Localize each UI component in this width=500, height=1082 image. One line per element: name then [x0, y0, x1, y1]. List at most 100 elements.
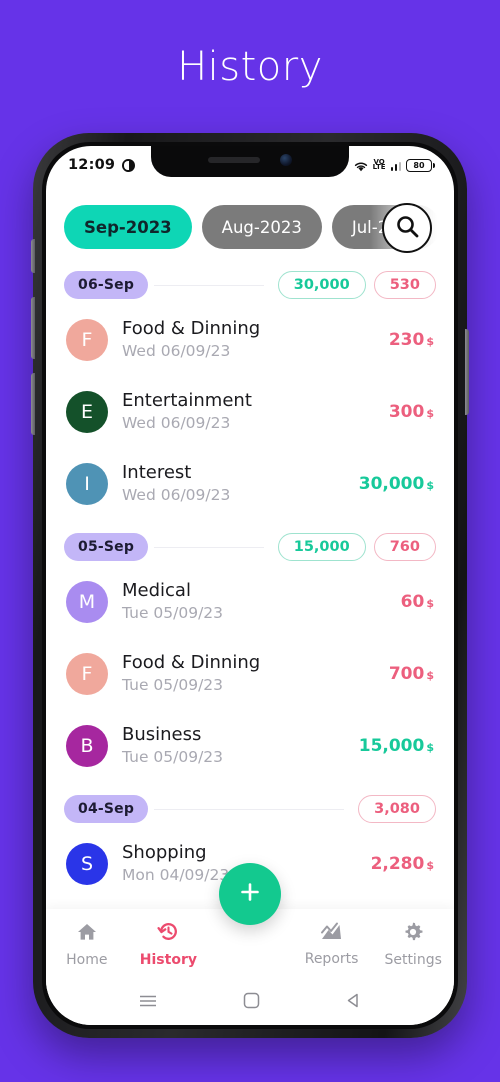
add-transaction-fab[interactable] — [219, 863, 281, 925]
amount-value: 230 — [388, 330, 425, 350]
avatar: B — [66, 725, 108, 767]
transaction-info: Interest Wed 06/09/23 — [122, 461, 359, 507]
amount-value: 700 — [388, 664, 425, 684]
transaction-amount: 30,000 $ — [359, 474, 434, 494]
month-chip-aug-2023[interactable]: Aug-2023 — [201, 205, 322, 249]
transaction-title: Shopping — [122, 842, 207, 863]
transaction-info: Business Tue 05/09/23 — [122, 723, 359, 769]
currency-symbol: $ — [426, 407, 434, 420]
wifi-icon — [354, 160, 368, 171]
front-camera-icon — [280, 154, 292, 166]
avatar: F — [66, 653, 108, 695]
transaction-amount: 300 $ — [389, 402, 434, 422]
square-home-icon[interactable] — [243, 992, 260, 1013]
nav-item-home[interactable]: Home — [46, 921, 128, 968]
table-row[interactable]: M Medical Tue 05/09/23 60 $ — [64, 566, 436, 638]
transaction-amount: 700 $ — [389, 664, 434, 684]
avatar: M — [66, 581, 108, 623]
amount-value: 60 — [400, 592, 425, 612]
nav-label: Settings — [384, 951, 442, 968]
power-button[interactable] — [465, 329, 469, 415]
status-bar-right: VO LTE 80 — [354, 158, 435, 172]
currency-symbol: $ — [426, 859, 434, 872]
nav-label: Home — [66, 951, 108, 968]
transaction-info: Entertainment Wed 06/09/23 — [122, 389, 389, 435]
amount-value: 300 — [388, 402, 425, 422]
transaction-list[interactable]: 06-Sep 30,000 530 F Food & Dinning Wed 0… — [46, 258, 454, 909]
currency-symbol: $ — [426, 597, 434, 610]
triangle-back-icon[interactable] — [345, 992, 362, 1013]
transaction-info: Medical Tue 05/09/23 — [122, 579, 401, 625]
transaction-title: Medical — [122, 580, 191, 601]
transaction-title: Interest — [122, 462, 192, 483]
avatar: S — [66, 843, 108, 885]
transaction-title: Business — [122, 724, 202, 745]
search-icon — [395, 214, 420, 243]
transaction-amount: 2,280 $ — [371, 854, 434, 874]
group-header: 04-Sep 3,080 — [64, 794, 436, 824]
chart-mountain-icon — [320, 921, 343, 946]
transaction-date: Wed 06/09/23 — [122, 342, 231, 361]
hamburger-menu-icon[interactable] — [138, 993, 158, 1012]
currency-symbol: $ — [426, 479, 434, 492]
table-row[interactable]: E Entertainment Wed 06/09/23 300 $ — [64, 376, 436, 448]
home-icon — [76, 921, 98, 947]
transaction-title: Food & Dinning — [122, 318, 261, 339]
battery-icon: 80 — [406, 158, 435, 172]
avatar: E — [66, 391, 108, 433]
group-expense-total: 530 — [373, 271, 436, 299]
amount-value: 2,280 — [370, 854, 425, 874]
table-row[interactable]: F Food & Dinning Wed 06/09/23 230 $ — [64, 304, 436, 376]
nav-label: Reports — [304, 951, 359, 967]
group-expense-total: 760 — [373, 533, 436, 561]
transaction-date: Wed 06/09/23 — [122, 414, 231, 433]
nav-item-history[interactable]: History — [128, 920, 210, 968]
do-not-disturb-icon — [122, 158, 136, 172]
clock-rewind-icon — [157, 920, 180, 947]
transaction-info: Food & Dinning Tue 05/09/23 — [122, 651, 389, 697]
android-navigation-bar — [46, 979, 454, 1025]
table-row[interactable]: F Food & Dinning Tue 05/09/23 700 $ — [64, 638, 436, 710]
group-income-total: 15,000 — [277, 533, 366, 561]
signal-bars-icon — [390, 160, 401, 171]
plus-icon — [237, 879, 263, 909]
group-header: 06-Sep 30,000 530 — [64, 270, 436, 300]
mute-switch[interactable] — [31, 239, 35, 273]
month-chip-jun-2023[interactable]: Jun-2023 — [449, 205, 454, 249]
transaction-date: Tue 05/09/23 — [122, 676, 224, 695]
nav-item-reports[interactable]: Reports — [291, 921, 373, 967]
nav-item-settings[interactable]: Settings — [372, 921, 454, 968]
transaction-amount: 60 $ — [401, 592, 434, 612]
amount-value: 15,000 — [358, 736, 425, 756]
currency-symbol: $ — [426, 741, 434, 754]
status-bar-left: 12:09 — [68, 157, 136, 173]
table-row[interactable]: I Interest Wed 06/09/23 30,000 $ — [64, 448, 436, 520]
status-time: 12:09 — [68, 157, 116, 173]
phone-frame: 12:09 VO LTE 80 Sep-2023 Aug-2023 06-Sep… — [31, 133, 469, 1038]
group-date-badge: 06-Sep — [64, 271, 149, 299]
month-chip-sep-2023[interactable]: Sep-2023 — [64, 205, 192, 249]
earpiece-speaker-icon — [208, 157, 260, 163]
transaction-date: Tue 05/09/23 — [122, 604, 224, 623]
page-title: History — [177, 44, 323, 90]
group-date-badge: 04-Sep — [64, 795, 149, 823]
transaction-date: Wed 06/09/23 — [122, 486, 231, 505]
phone-screen: 12:09 VO LTE 80 Sep-2023 Aug-2023 06-Sep… — [46, 146, 454, 1025]
volte-icon: VO LTE — [372, 158, 386, 171]
currency-symbol: $ — [426, 669, 434, 682]
search-button[interactable] — [382, 203, 432, 253]
table-row[interactable]: B Business Tue 05/09/23 15,000 $ — [64, 710, 436, 782]
gear-icon — [402, 921, 424, 947]
avatar: I — [66, 463, 108, 505]
notch — [151, 146, 349, 177]
transaction-info: Food & Dinning Wed 06/09/23 — [122, 317, 389, 363]
transaction-amount: 230 $ — [389, 330, 434, 350]
group-divider — [154, 284, 264, 286]
volume-down-button[interactable] — [31, 373, 35, 435]
month-filter-bar: Sep-2023 Aug-2023 Jul-2023 Jun-2023 — [46, 196, 454, 258]
transaction-date: Tue 05/09/23 — [122, 748, 224, 767]
phone-bezel: 12:09 VO LTE 80 Sep-2023 Aug-2023 06-Sep… — [42, 142, 458, 1029]
group-date-badge: 05-Sep — [64, 533, 149, 561]
volume-up-button[interactable] — [31, 297, 35, 359]
group-divider — [154, 808, 345, 810]
